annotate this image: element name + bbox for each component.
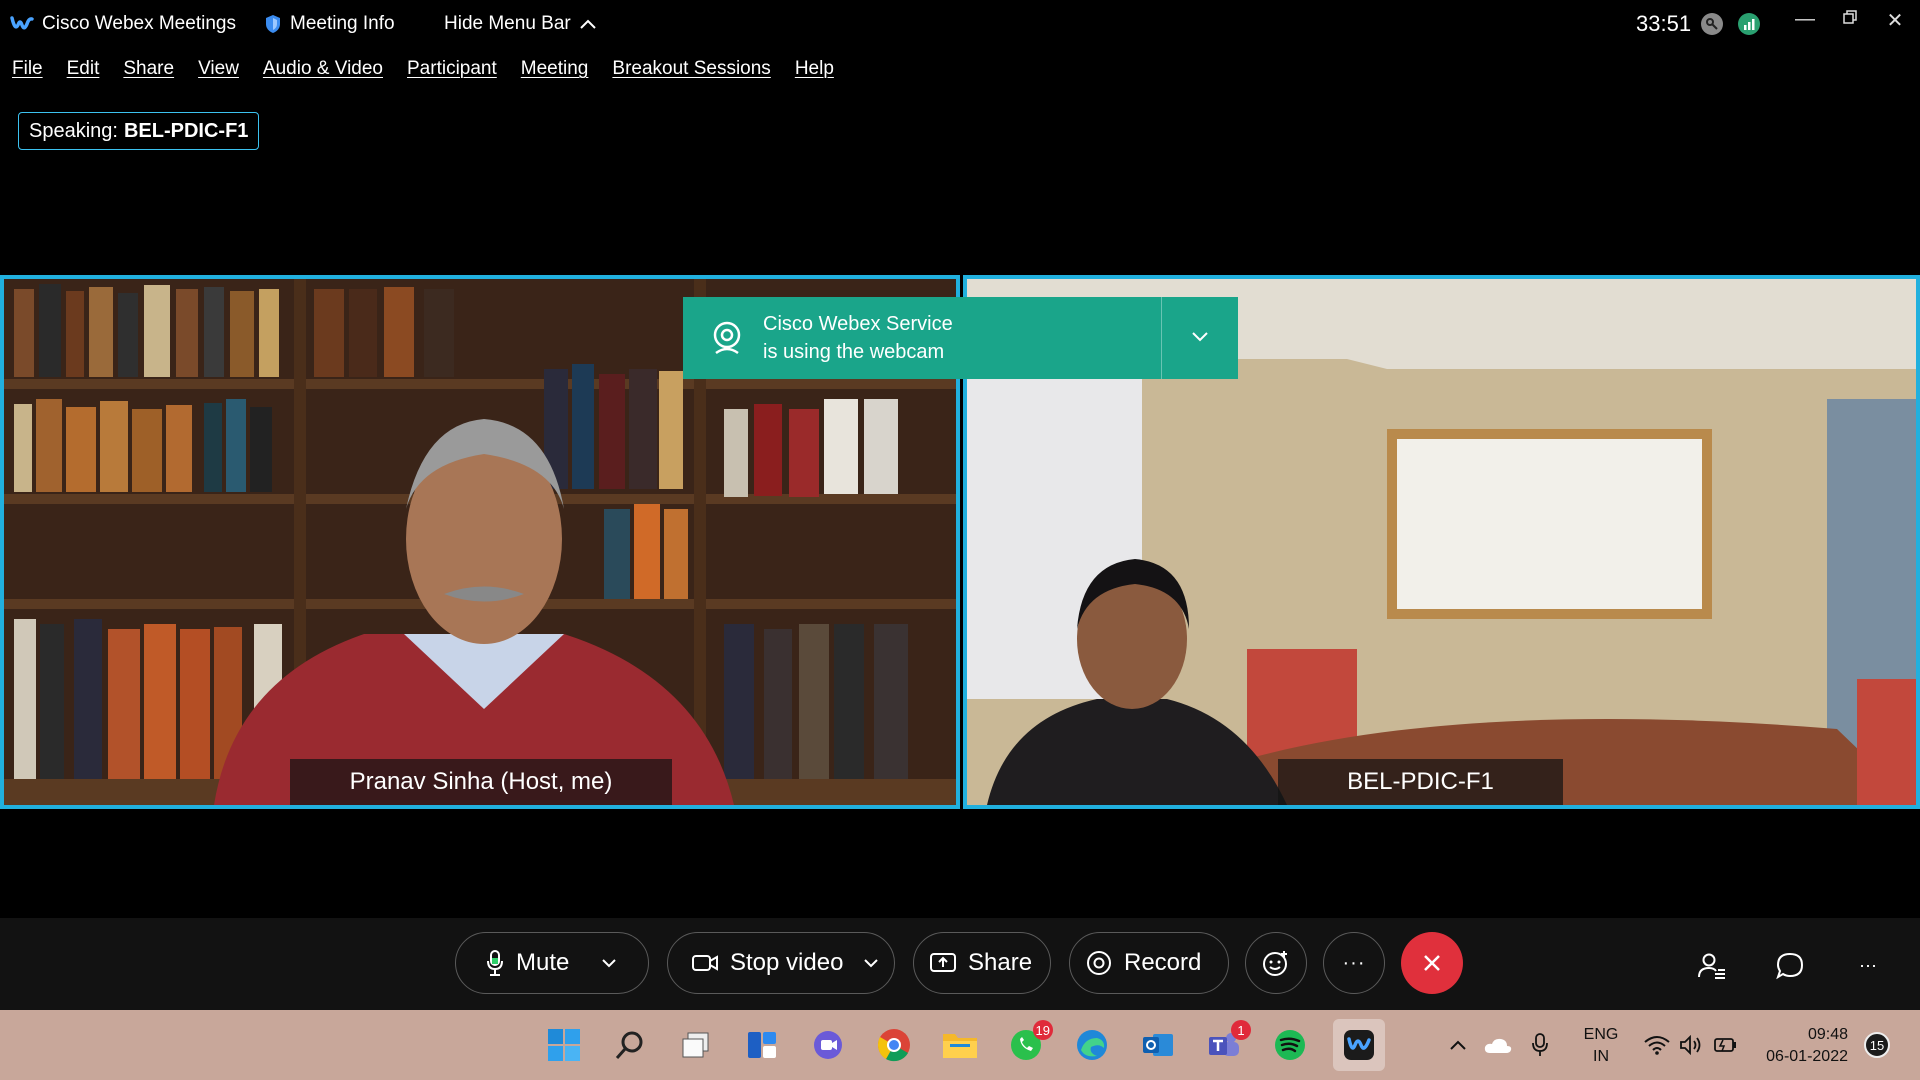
language-indicator[interactable]: ENG IN [1578,1024,1624,1068]
chevron-up-icon [580,19,596,29]
teams-unread-badge: 1 [1231,1020,1251,1040]
menu-view[interactable]: View [186,52,251,88]
chevron-down-icon[interactable] [601,958,617,968]
share-button[interactable]: Share [913,932,1051,994]
webex-logo-icon [10,16,34,30]
app-title-area: Cisco Webex Meetings [10,13,236,35]
onedrive-cloud-icon[interactable] [1481,1022,1515,1068]
stop-video-label: Stop video [730,949,844,976]
network-signal-icon[interactable] [1737,12,1761,36]
wifi-icon[interactable] [1640,1022,1674,1068]
record-button[interactable]: Record [1069,932,1229,994]
close-icon[interactable]: ✕ [1875,8,1915,33]
record-icon [1087,951,1111,975]
windows-taskbar: 19 1 ENG IN 09:48 06-01-2022 15 [0,1010,1920,1080]
search-icon[interactable] [607,1022,653,1068]
end-meeting-button[interactable] [1401,932,1463,994]
microphone-tray-icon[interactable] [1523,1022,1557,1068]
share-screen-icon [930,953,956,972]
more-panels-icon[interactable]: ⋯ [1850,948,1886,984]
clock-time: 09:48 [1807,1026,1848,1043]
meeting-info-button[interactable]: Meeting Info [264,13,395,35]
task-view-icon[interactable] [673,1022,719,1068]
edge-icon[interactable] [1069,1022,1115,1068]
participant-name-label: BEL-PDIC-F1 [1278,759,1563,805]
volume-icon[interactable] [1674,1022,1708,1068]
host-name-label: Pranav Sinha (Host, me) [290,759,672,805]
microphone-icon [487,950,503,976]
share-label: Share [968,949,1033,976]
menu-audio-video[interactable]: Audio & Video [251,52,395,88]
chrome-icon[interactable] [871,1022,917,1068]
shield-icon [266,15,280,33]
key-icon[interactable] [1700,12,1724,36]
reactions-button[interactable] [1245,932,1307,994]
chevron-down-icon[interactable] [1162,329,1238,347]
menu-edit[interactable]: Edit [55,52,112,88]
meeting-control-bar: Mute Stop video Share Record ··· ⋯ [0,918,1920,1010]
language-line-1: ENG [1583,1026,1619,1043]
webcam-notification[interactable]: Cisco Webex Service is using the webcam [683,297,1238,379]
webcam-icon [697,319,757,357]
stop-video-button[interactable]: Stop video [667,932,895,994]
menu-share[interactable]: Share [111,52,186,88]
menu-help[interactable]: Help [783,52,846,88]
hide-menu-bar-button[interactable]: Hide Menu Bar [444,13,597,35]
speaking-label: Speaking: [29,119,118,142]
webcam-notification-text: Cisco Webex Service is using the webcam [763,310,1133,366]
speaking-name: BEL-PDIC-F1 [123,119,249,142]
record-label: Record [1124,949,1202,976]
webex-taskbar-icon[interactable] [1333,1019,1385,1071]
participants-button[interactable] [1694,948,1730,984]
meeting-info-label: Meeting Info [290,13,395,34]
minimize-icon[interactable]: — [1785,8,1825,31]
emoji-reaction-icon [1263,951,1287,976]
clock[interactable]: 09:48 06-01-2022 [1752,1024,1848,1068]
menu-participant[interactable]: Participant [395,52,509,88]
whatsapp-icon[interactable]: 19 [1003,1020,1053,1068]
start-icon[interactable] [541,1022,587,1068]
more-options-button[interactable]: ··· [1323,932,1385,994]
clock-date: 06-01-2022 [1766,1048,1848,1065]
chat-bubble-icon [1776,952,1804,980]
battery-icon[interactable] [1708,1022,1742,1068]
widgets-icon[interactable] [739,1022,785,1068]
menu-meeting[interactable]: Meeting [509,52,601,88]
menu-bar: File Edit Share View Audio & Video Parti… [0,52,846,88]
title-bar: Cisco Webex Meetings Meeting Info Hide M… [0,0,1920,50]
whatsapp-unread-badge: 19 [1032,1020,1053,1040]
spotify-icon[interactable] [1267,1022,1313,1068]
participants-icon [1698,953,1725,979]
restore-icon[interactable] [1830,8,1870,31]
language-line-2: IN [1593,1048,1609,1065]
hide-menu-bar-label: Hide Menu Bar [444,13,571,34]
close-icon [1424,955,1440,971]
mute-button[interactable]: Mute [455,932,649,994]
mute-label: Mute [516,949,570,976]
teams-chat-icon[interactable] [805,1022,851,1068]
outlook-icon[interactable] [1135,1022,1181,1068]
speaking-indicator: Speaking: BEL-PDIC-F1 [18,112,260,150]
chevron-down-icon[interactable] [863,958,879,968]
meeting-timer: 33:51 [1636,11,1692,36]
more-options-icon: ··· [1342,951,1366,974]
menu-breakout-sessions[interactable]: Breakout Sessions [600,52,782,88]
app-title: Cisco Webex Meetings [42,13,236,34]
video-camera-icon [692,955,718,971]
notification-count-badge[interactable]: 15 [1864,1032,1890,1058]
chevron-up-icon[interactable] [1443,1022,1473,1068]
microsoft-teams-icon[interactable]: 1 [1201,1020,1251,1068]
chat-button[interactable] [1772,948,1808,984]
menu-file[interactable]: File [0,52,55,88]
file-explorer-icon[interactable] [937,1022,983,1068]
notification-line-1: Cisco Webex Service [763,313,953,335]
notification-line-2: is using the webcam [763,341,945,363]
